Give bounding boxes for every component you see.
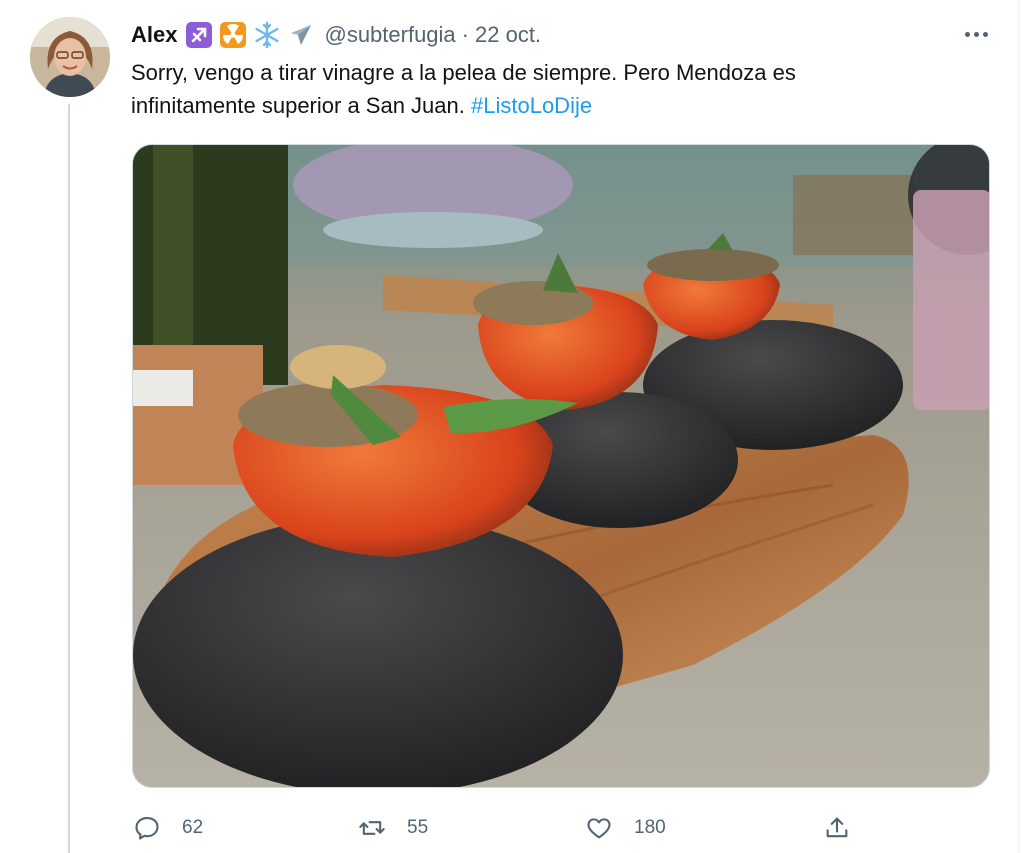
tweet-divider [1018,0,1019,853]
separator-dot: · [461,22,469,47]
like-button[interactable]: 180 [584,808,666,848]
hashtag-link[interactable]: #ListoLoDije [471,93,592,118]
tweet-text: Sorry, vengo a tirar vinagre a la pelea … [131,56,921,122]
handle[interactable]: @subterfugia [324,22,455,48]
tweet-photo[interactable] [132,144,990,788]
snowflake-icon [252,20,282,50]
retweet-icon [357,813,387,843]
sagittarius-icon [184,20,214,50]
retweet-count: 55 [407,817,429,838]
display-name[interactable]: Alex [131,22,177,48]
radioactive-icon [218,20,248,50]
reply-icon [132,813,162,843]
reply-count: 62 [182,817,204,838]
thread-line [68,104,70,853]
more-options-icon[interactable] [958,26,994,42]
tweet[interactable]: Alex @subterfugia · 22 oct. Sorry, vengo… [0,0,1023,853]
share-icon [822,813,852,843]
tweet-actions: 62 55 180 [132,808,862,848]
tweet-date[interactable]: 22 oct. [475,22,541,48]
like-count: 180 [634,817,666,838]
avatar[interactable] [30,17,110,97]
retweet-button[interactable]: 55 [357,808,428,848]
tweet-header: Alex @subterfugia · 22 oct. [131,18,541,52]
airplane-icon [286,20,316,50]
reply-button[interactable]: 62 [132,808,203,848]
share-button[interactable] [822,808,852,848]
tweet-text-body: Sorry, vengo a tirar vinagre a la pelea … [131,60,796,118]
heart-icon [584,813,614,843]
